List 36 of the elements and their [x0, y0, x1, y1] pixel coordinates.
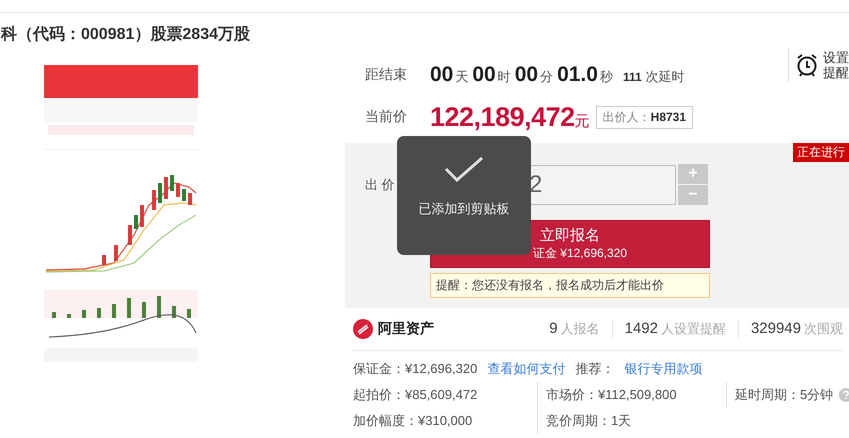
currency-unit: 元: [574, 112, 590, 130]
stat-text: 9 人报名: [549, 320, 600, 338]
platform-logo-icon: [353, 319, 373, 339]
bid-label: 出 价: [365, 176, 396, 194]
checkmark-icon: [444, 156, 484, 182]
stat-text: 329949 次围观: [750, 320, 843, 338]
detail-text: 延时周期：5分钟: [735, 386, 834, 404]
countdown-value: 00: [430, 63, 454, 87]
bank-link[interactable]: 银行专用款项: [624, 360, 702, 378]
detail-text: 竞价周期：1天: [546, 412, 632, 430]
payment-link[interactable]: 查看如何支付: [487, 360, 566, 378]
recommend-label: 推荐：: [575, 360, 614, 378]
reminder-link[interactable]: 设置提醒: [823, 50, 849, 80]
countdown-unit: 时: [498, 68, 511, 86]
detail-text: 市场价：¥112,509,800: [546, 386, 677, 404]
price-label: 当前价: [365, 108, 408, 126]
deposit-text: 保证金：¥12,696,320: [353, 360, 478, 378]
countdown-value: 01.0: [557, 63, 598, 87]
detail-text: 加价幅度：¥310,000: [353, 412, 472, 430]
bidder-tag: 出价人：H8731: [596, 106, 694, 128]
countdown-value: 00: [514, 63, 538, 87]
notice-message: 提醒：您还没有报名，报名成功后才能出价: [430, 273, 710, 298]
extension-count: 111: [622, 70, 642, 84]
detail-text: 起拍价：¥85,609,472: [353, 386, 478, 404]
alarm-clock-icon[interactable]: [795, 52, 819, 78]
extension-label: 次延时: [646, 68, 685, 86]
countdown-unit: 分: [540, 68, 554, 86]
status-badge: 正在进行: [793, 143, 849, 162]
platform-name: 阿里资产: [378, 320, 435, 338]
current-price: 122,189,472: [430, 102, 575, 132]
countdown-unit: 天: [455, 68, 468, 86]
page-title: 科（代码：000981）股票2834万股: [1, 24, 250, 44]
countdown-value: 00: [472, 63, 496, 87]
countdown-label: 距结束: [365, 66, 408, 84]
stat-text: 1492 人设置提醒: [624, 320, 726, 338]
countdown-unit: 秒: [600, 68, 613, 86]
